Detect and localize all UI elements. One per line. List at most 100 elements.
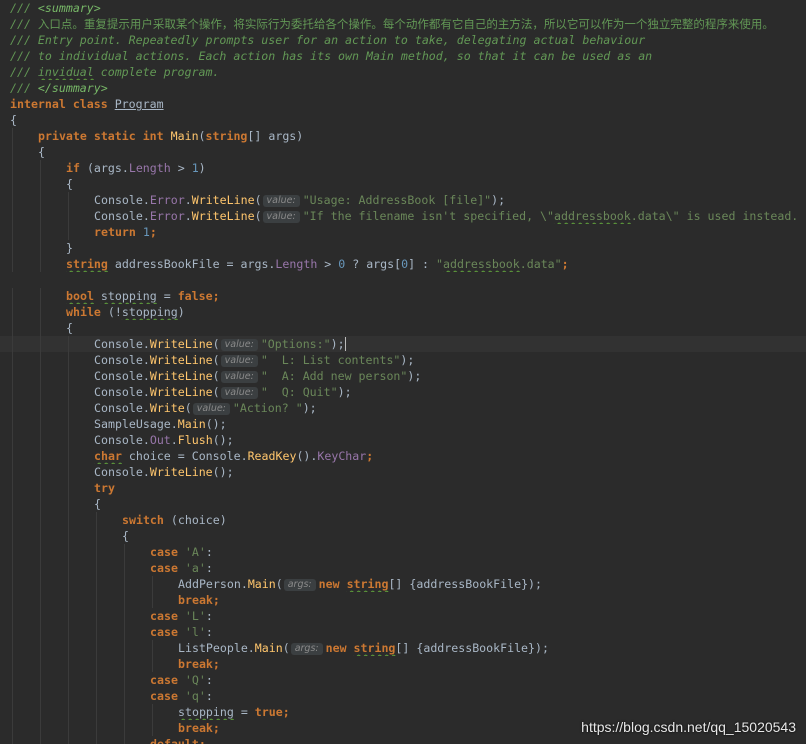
code-token: </summary>	[37, 81, 108, 95]
code-line[interactable]: stopping = true;	[0, 704, 806, 720]
code-token: Write	[149, 401, 185, 415]
indent-guide	[152, 640, 153, 656]
code-line[interactable]: /// <summary>	[0, 0, 806, 16]
code-line[interactable]: /// </summary>	[0, 80, 806, 96]
code-token: case	[150, 625, 185, 639]
indent-guide	[12, 544, 13, 560]
indent-guide	[152, 720, 153, 736]
indent-guide	[68, 480, 69, 496]
code-line[interactable]: private static int Main(string[] args)	[0, 128, 806, 144]
parameter-hint: value:	[220, 371, 258, 383]
indent-guide	[12, 512, 13, 528]
code-line[interactable]: ListPeople.Main(args: new string[] {addre…	[0, 640, 806, 656]
code-line[interactable]: {	[0, 320, 806, 336]
code-token: Console.	[94, 337, 150, 351]
code-token: (	[275, 577, 283, 591]
parameter-hint: value:	[220, 339, 258, 351]
code-lines-container[interactable]: /// <summary>/// 入口点。重复提示用户采取某个操作，将实际行为委…	[0, 0, 806, 744]
code-line[interactable]: Console.WriteLine(value: " Q: Quit");	[0, 384, 806, 400]
code-line[interactable]: case 'l':	[0, 624, 806, 640]
code-line[interactable]: case 'L':	[0, 608, 806, 624]
code-line[interactable]: switch (choice)	[0, 512, 806, 528]
code-line[interactable]: try	[0, 480, 806, 496]
code-line[interactable]: {	[0, 496, 806, 512]
code-line[interactable]: case 'A':	[0, 544, 806, 560]
code-token: 'l'	[184, 625, 206, 639]
code-token: >	[317, 257, 339, 271]
code-line[interactable]: /// invidual complete program.	[0, 64, 806, 80]
code-line[interactable]: {	[0, 528, 806, 544]
code-token: (	[212, 369, 220, 383]
indent-guide	[40, 544, 41, 560]
code-line[interactable]: AddPerson.Main(args: new string[] {addres…	[0, 576, 806, 592]
code-line[interactable]: Console.Out.Flush();	[0, 432, 806, 448]
code-line[interactable]: Console.Write(value: "Action? ");	[0, 400, 806, 416]
code-token: ();	[212, 465, 234, 479]
code-editor[interactable]: /// <summary>/// 入口点。重复提示用户采取某个操作，将实际行为委…	[0, 0, 806, 744]
indent-guide	[12, 592, 13, 608]
code-token: Console.	[94, 465, 150, 479]
code-token: (!	[107, 305, 122, 319]
code-token: invidual	[37, 65, 94, 79]
code-token: char	[94, 449, 122, 463]
code-token: case	[150, 609, 185, 623]
code-token: bool	[66, 289, 94, 303]
code-line[interactable]: case 'Q':	[0, 672, 806, 688]
code-line[interactable]: string addressBookFile = args.Length > 0…	[0, 256, 806, 272]
indent-guide	[12, 192, 13, 208]
parameter-hint: value:	[220, 355, 258, 367]
code-line[interactable]: break;	[0, 592, 806, 608]
indent-guide	[12, 624, 13, 640]
code-token: WriteLine	[191, 209, 255, 223]
code-token: Out	[149, 433, 171, 447]
indent-guide	[68, 464, 69, 480]
code-line[interactable]: Console.Error.WriteLine(value: "If the fi…	[0, 208, 806, 224]
code-token: Console.	[94, 401, 150, 415]
indent-guide	[12, 704, 13, 720]
code-line[interactable]: Console.Error.WriteLine(value: "Usage: Ad…	[0, 192, 806, 208]
code-token: addressbook	[442, 257, 520, 271]
code-line[interactable]: /// Entry point. Repeatedly prompts user…	[0, 32, 806, 48]
indent-guide	[40, 368, 41, 384]
code-line[interactable]: break;	[0, 656, 806, 672]
code-line[interactable]	[0, 272, 806, 288]
code-line[interactable]: SampleUsage.Main();	[0, 416, 806, 432]
code-token: 'q'	[184, 689, 206, 703]
code-line-current[interactable]: Console.WriteLine(value: "Options:");	[0, 336, 806, 352]
indent-guide	[40, 448, 41, 464]
code-line[interactable]: Console.WriteLine();	[0, 464, 806, 480]
code-line[interactable]: default:	[0, 736, 806, 744]
code-token: string	[346, 577, 389, 591]
code-token: Length	[275, 257, 318, 271]
indent-guide	[96, 592, 97, 608]
code-line[interactable]: Console.WriteLine(value: " L: List conten…	[0, 352, 806, 368]
code-line[interactable]: case 'q':	[0, 688, 806, 704]
code-line[interactable]: {	[0, 112, 806, 128]
code-line[interactable]: Console.WriteLine(value: " A: Add new per…	[0, 368, 806, 384]
code-line[interactable]: }	[0, 240, 806, 256]
code-token: :	[205, 625, 213, 639]
code-token: >	[170, 161, 192, 175]
code-token: default:	[150, 737, 206, 744]
code-token: AddPerson.	[178, 577, 248, 591]
indent-guide	[68, 544, 69, 560]
code-line[interactable]: internal class Program	[0, 96, 806, 112]
indent-guide	[40, 688, 41, 704]
indent-guide	[124, 736, 125, 744]
indent-guide	[68, 448, 69, 464]
indent-guide	[68, 704, 69, 720]
code-line[interactable]: char choice = Console.ReadKey().KeyChar;	[0, 448, 806, 464]
code-line[interactable]: /// 入口点。重复提示用户采取某个操作，将实际行为委托给各个操作。每个动作都有…	[0, 16, 806, 32]
indent-guide	[68, 208, 69, 224]
indent-guide	[40, 176, 41, 192]
code-line[interactable]: return 1;	[0, 224, 806, 240]
code-line[interactable]: bool stopping = false;	[0, 288, 806, 304]
code-line[interactable]: while (!stopping)	[0, 304, 806, 320]
code-line[interactable]: /// to individual actions. Each action h…	[0, 48, 806, 64]
code-token: {	[66, 177, 73, 191]
code-line[interactable]: if (args.Length > 1)	[0, 160, 806, 176]
code-token: )	[177, 305, 185, 319]
code-line[interactable]: case 'a':	[0, 560, 806, 576]
code-line[interactable]: {	[0, 144, 806, 160]
code-line[interactable]: {	[0, 176, 806, 192]
